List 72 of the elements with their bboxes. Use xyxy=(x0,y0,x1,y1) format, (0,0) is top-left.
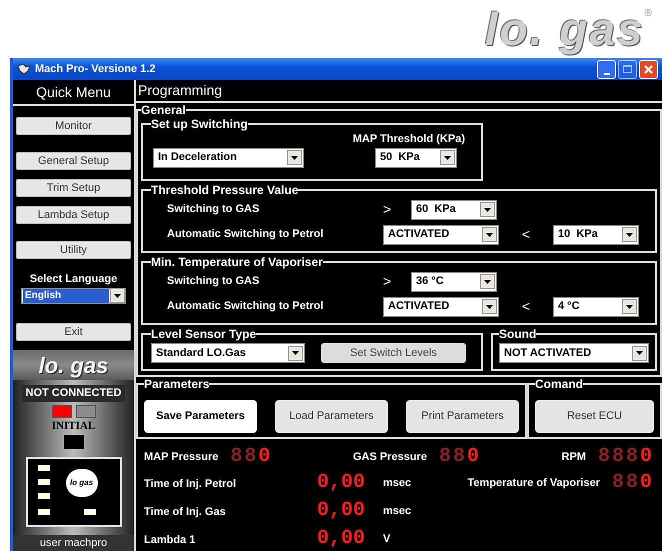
logo: lo. gas xyxy=(484,6,645,52)
panel-header: Programming xyxy=(136,80,662,104)
digital-display: 0,00 xyxy=(317,473,366,493)
set-switch-levels-button[interactable]: Set Switch Levels xyxy=(321,343,466,364)
parameters-button[interactable]: Save Parameters xyxy=(144,400,257,433)
connection-status: NOT CONNECTED xyxy=(22,385,126,402)
app-icon xyxy=(17,63,31,75)
logo-band: lo. gas xyxy=(13,350,134,380)
digital-display: 880 xyxy=(612,473,654,493)
group-title: Sound xyxy=(499,327,536,342)
menu-button[interactable]: Lambda Setup xyxy=(16,206,131,224)
dropdown[interactable]: NOT ACTIVATED xyxy=(499,343,649,364)
group-title: Level Sensor Type xyxy=(151,327,256,342)
dropdown[interactable]: ACTIVATED xyxy=(383,224,499,245)
field-label: Automatic Switching to Petrol xyxy=(166,299,324,314)
dropdown[interactable]: 36 °C xyxy=(411,272,497,292)
operator-label: > xyxy=(383,200,392,220)
user-label: user machpro xyxy=(13,534,134,551)
unit-label: V xyxy=(383,532,390,547)
reading-label: Lambda 1 xyxy=(144,534,196,546)
language-label: Select Language xyxy=(30,272,118,287)
reading-label: Time of Inj. Petrol xyxy=(144,478,236,490)
group-title: Parameters xyxy=(144,377,210,392)
menu-button[interactable]: Exit xyxy=(16,322,131,340)
dropdown[interactable]: ACTIVATED xyxy=(383,296,499,317)
reading-label: Temperature of Vaporiser xyxy=(468,476,600,491)
operator-label: < xyxy=(520,297,532,316)
window-title: Mach Pro- Versione 1.2 xyxy=(35,62,156,77)
panel-header: Quick Menu xyxy=(13,80,134,106)
group-title: Min. Temperature of Vaporiser xyxy=(151,255,323,270)
unit-label: msec xyxy=(383,476,412,491)
menu-button[interactable]: Trim Setup xyxy=(16,179,131,197)
group-title: Threshold Pressure Value xyxy=(151,183,298,198)
parameters-button[interactable]: Load Parameters xyxy=(275,400,388,433)
maximize-button[interactable] xyxy=(618,60,637,78)
reading-label: RPM xyxy=(562,450,586,465)
reset-ecu-button[interactable]: Reset ECU xyxy=(535,400,654,433)
menu-button[interactable]: General Setup xyxy=(16,152,131,170)
operator-label: > xyxy=(383,272,392,292)
reading-label: MAP Pressure xyxy=(144,450,218,465)
language-dropdown[interactable]: English xyxy=(21,288,126,304)
digital-display: 0,00 xyxy=(317,501,366,521)
dropdown[interactable]: 10 KPa xyxy=(553,224,639,245)
reading-label: GAS Pressure xyxy=(352,450,427,465)
field-label: Automatic Switching to Petrol xyxy=(166,227,324,242)
reading-label: Time of Inj. Gas xyxy=(144,506,226,518)
operator-label: < xyxy=(520,225,532,244)
dropdown[interactable]: Standard LO.Gas xyxy=(151,343,305,364)
field-label: MAP Threshold (KPa) xyxy=(352,132,465,148)
group-title: Set up Switching xyxy=(151,117,248,132)
digital-display: 8880 xyxy=(598,447,654,467)
dropdown[interactable]: In Deceleration xyxy=(153,148,304,168)
minimize-button[interactable] xyxy=(597,60,616,78)
close-icon xyxy=(644,64,653,74)
field-label: Switching to GAS xyxy=(166,202,260,218)
menu-button[interactable]: Utility xyxy=(16,241,131,259)
digital-display: 0,00 xyxy=(317,529,366,549)
digital-display: 880 xyxy=(438,447,481,467)
close-button[interactable] xyxy=(639,60,658,78)
dropdown[interactable]: 50 KPa xyxy=(375,148,457,168)
group-title: Comand xyxy=(535,377,583,392)
registered-mark: ® xyxy=(644,7,652,21)
unit-label: msec xyxy=(383,504,412,519)
group-title: General xyxy=(141,103,186,118)
mode-label: INITIAL xyxy=(52,418,96,434)
dropdown[interactable]: 60 KPa xyxy=(411,200,497,220)
dropdown[interactable]: 4 °C xyxy=(553,296,639,317)
field-label: Switching to GAS xyxy=(166,274,260,290)
parameters-button[interactable]: Print Parameters xyxy=(406,400,519,433)
device-logo: lo gas xyxy=(66,469,98,497)
menu-button[interactable]: Monitor xyxy=(16,117,131,135)
digital-display: 880 xyxy=(230,447,272,467)
